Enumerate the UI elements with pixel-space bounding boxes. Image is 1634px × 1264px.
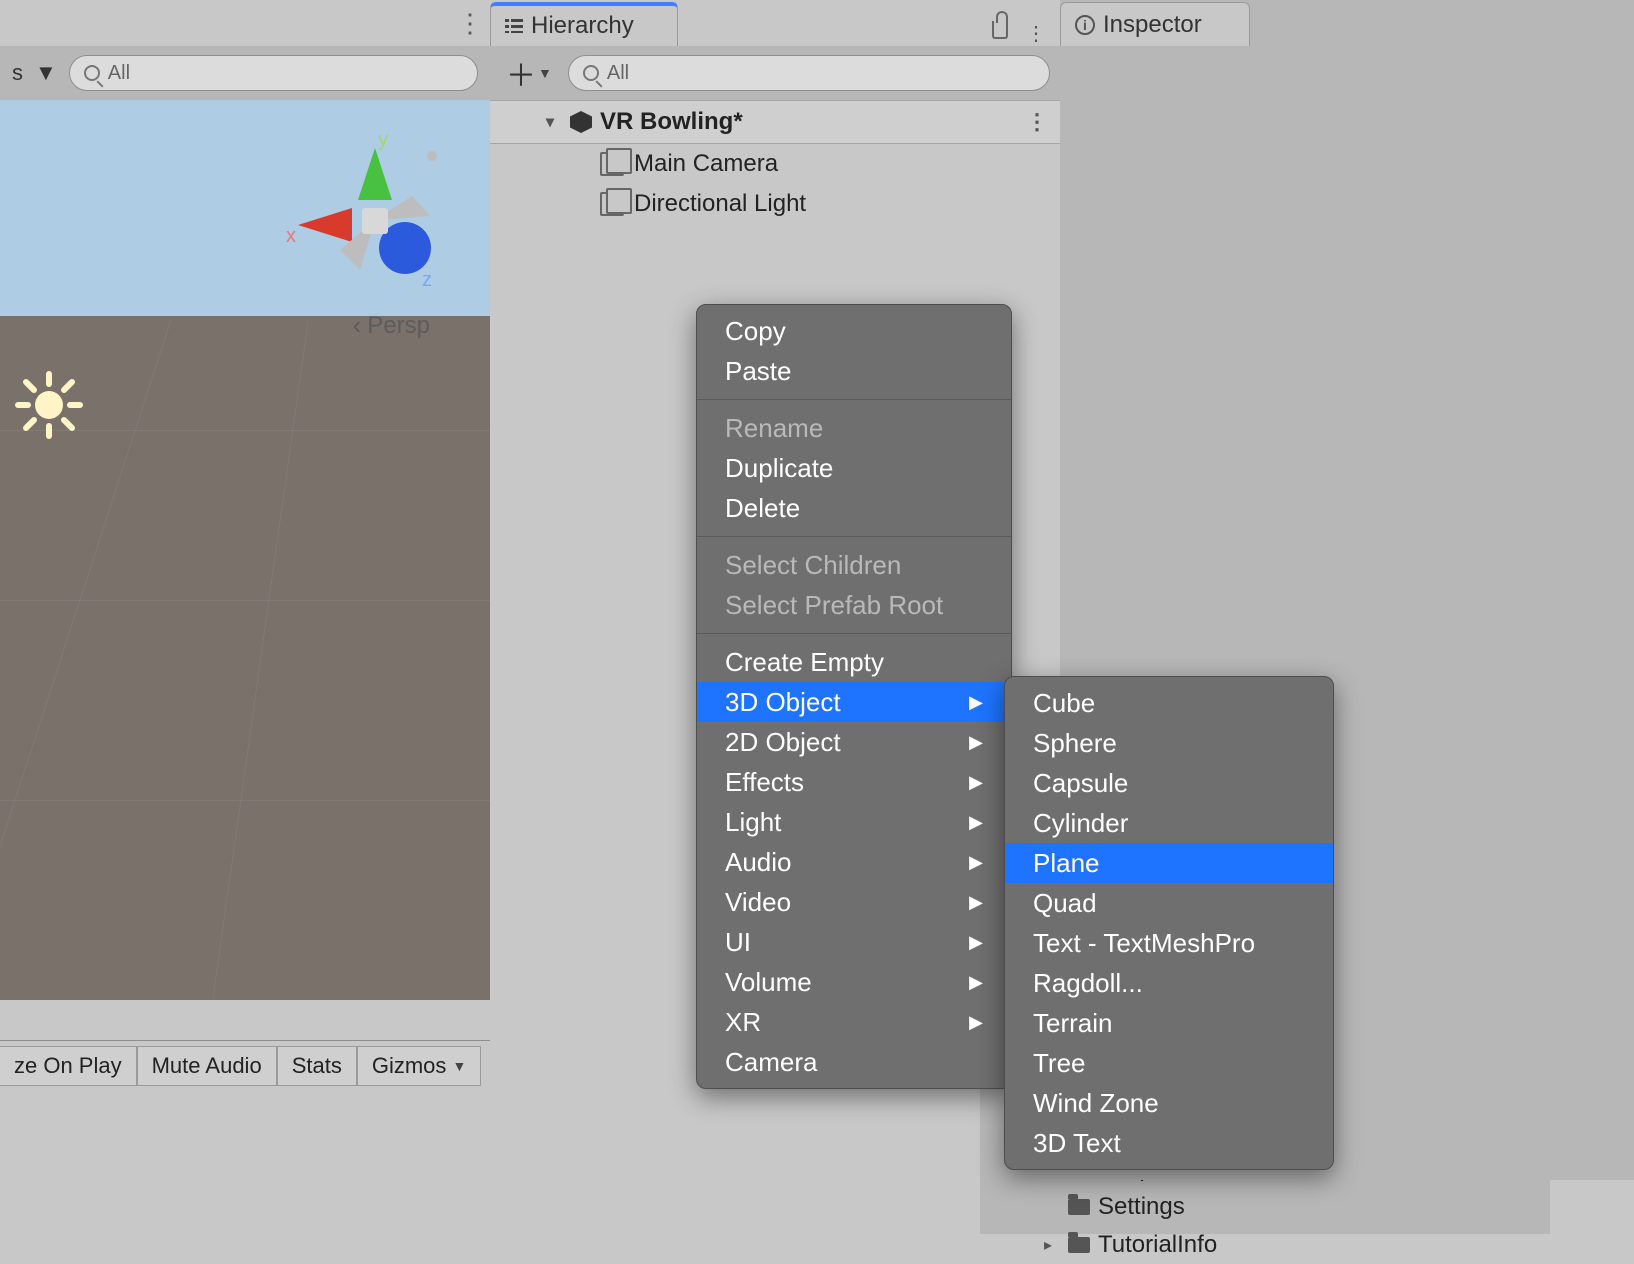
submenu-arrow-icon: ▶ — [969, 732, 983, 753]
submenu-sphere[interactable]: Sphere — [1005, 723, 1333, 763]
submenu-arrow-icon: ▶ — [969, 1012, 983, 1033]
submenu-terrain[interactable]: Terrain — [1005, 1003, 1333, 1043]
menu-copy[interactable]: Copy — [697, 311, 1011, 351]
menu-effects[interactable]: Effects▶ — [697, 762, 1011, 802]
unity-icon — [570, 111, 592, 133]
scene-search-placeholder: All — [108, 62, 130, 85]
menu-ui[interactable]: UI▶ — [697, 922, 1011, 962]
menu-paste[interactable]: Paste — [697, 351, 1011, 391]
submenu-arrow-icon: ▶ — [969, 812, 983, 833]
submenu-textmeshpro[interactable]: Text - TextMeshPro — [1005, 923, 1333, 963]
mute-audio-button[interactable]: Mute Audio — [137, 1046, 277, 1086]
submenu-3d-text[interactable]: 3D Text — [1005, 1123, 1333, 1163]
gameobject-row[interactable]: Directional Light — [490, 184, 1060, 224]
menu-audio[interactable]: Audio▶ — [697, 842, 1011, 882]
submenu-cube[interactable]: Cube — [1005, 683, 1333, 723]
menu-rename: Rename — [697, 408, 1011, 448]
scene-toolbar-s[interactable]: s — [12, 60, 23, 86]
chevron-down-icon: ▼ — [538, 65, 552, 81]
chevron-down-icon[interactable]: ▼ — [453, 1058, 467, 1074]
menu-duplicate[interactable]: Duplicate — [697, 448, 1011, 488]
gizmo-lock-icon[interactable] — [427, 151, 437, 161]
folder-icon — [1068, 1199, 1090, 1215]
context-submenu-3d-object: Cube Sphere Capsule Cylinder Plane Quad … — [1004, 676, 1334, 1170]
submenu-tree[interactable]: Tree — [1005, 1043, 1333, 1083]
folder-icon — [1068, 1237, 1090, 1253]
orientation-gizmo[interactable]: y x z — [280, 130, 450, 300]
menu-select-children: Select Children — [697, 545, 1011, 585]
hierarchy-icon — [505, 19, 523, 33]
menu-separator — [697, 399, 1011, 400]
submenu-arrow-icon: ▶ — [969, 852, 983, 873]
menu-separator — [697, 633, 1011, 634]
camera-mode[interactable]: Persp — [353, 310, 430, 341]
scene-options-icon[interactable] — [1026, 109, 1046, 135]
asset-folder[interactable]: Settings — [980, 1188, 1550, 1226]
search-icon — [84, 65, 100, 81]
submenu-plane[interactable]: Plane — [1005, 843, 1333, 883]
hierarchy-search[interactable]: All — [568, 55, 1050, 91]
gizmos-button[interactable]: Gizmos ▼ — [357, 1046, 482, 1086]
tab-hierarchy[interactable]: Hierarchy — [490, 2, 678, 46]
axis-z-label: z — [422, 269, 432, 291]
submenu-cylinder[interactable]: Cylinder — [1005, 803, 1333, 843]
menu-2d-object[interactable]: 2D Object▶ — [697, 722, 1011, 762]
submenu-quad[interactable]: Quad — [1005, 883, 1333, 923]
maximize-on-play-button[interactable]: ze On Play — [0, 1046, 137, 1086]
submenu-capsule[interactable]: Capsule — [1005, 763, 1333, 803]
menu-video[interactable]: Video▶ — [697, 882, 1011, 922]
chevron-left-icon — [353, 310, 362, 341]
submenu-arrow-icon: ▶ — [969, 972, 983, 993]
menu-light[interactable]: Light▶ — [697, 802, 1011, 842]
menu-separator — [697, 536, 1011, 537]
menu-volume[interactable]: Volume▶ — [697, 962, 1011, 1002]
scene-viewport[interactable]: y x z Persp — [0, 100, 490, 1000]
submenu-arrow-icon: ▶ — [969, 892, 983, 913]
light-gizmo-icon[interactable] — [14, 370, 84, 440]
scene-toolbar: s ▼ All — [0, 46, 490, 100]
scene-toolbar-dropdown-icon[interactable]: ▼ — [35, 60, 57, 86]
submenu-ragdoll[interactable]: Ragdoll... — [1005, 963, 1333, 1003]
scene-options-icon[interactable] — [457, 8, 480, 39]
axis-y-label: y — [378, 130, 388, 151]
submenu-wind-zone[interactable]: Wind Zone — [1005, 1083, 1333, 1123]
menu-camera[interactable]: Camera — [697, 1042, 1011, 1082]
axis-x-label: x — [286, 225, 296, 247]
search-icon — [583, 65, 599, 81]
lock-icon[interactable] — [992, 21, 1008, 39]
submenu-arrow-icon: ▶ — [969, 772, 983, 793]
menu-delete[interactable]: Delete — [697, 488, 1011, 528]
gameobject-icon — [600, 192, 624, 216]
submenu-arrow-icon: ▶ — [969, 932, 983, 953]
expand-icon[interactable] — [546, 112, 562, 132]
menu-create-empty[interactable]: Create Empty — [697, 642, 1011, 682]
expand-icon[interactable] — [1044, 1235, 1060, 1255]
tab-inspector[interactable]: i Inspector — [1060, 2, 1250, 46]
create-button[interactable]: ＋▼ — [500, 51, 558, 95]
hierarchy-options-icon[interactable] — [1026, 21, 1046, 46]
gameobject-icon — [600, 152, 624, 176]
stats-button[interactable]: Stats — [277, 1046, 357, 1086]
scene-column: s ▼ All y x z Persp — [0, 0, 490, 1100]
submenu-arrow-icon: ▶ — [969, 692, 983, 713]
info-icon: i — [1075, 15, 1095, 35]
menu-select-prefab-root: Select Prefab Root — [697, 585, 1011, 625]
scene-search[interactable]: All — [69, 55, 478, 91]
menu-3d-object[interactable]: 3D Object▶ — [697, 682, 1011, 722]
scene-row[interactable]: VR Bowling* — [490, 100, 1060, 144]
scene-footer: ze On Play Mute Audio Stats Gizmos ▼ — [0, 1040, 490, 1090]
context-menu: Copy Paste Rename Duplicate Delete Selec… — [696, 304, 1012, 1089]
asset-folder[interactable]: TutorialInfo — [980, 1226, 1550, 1264]
gameobject-row[interactable]: Main Camera — [490, 144, 1060, 184]
menu-xr[interactable]: XR▶ — [697, 1002, 1011, 1042]
